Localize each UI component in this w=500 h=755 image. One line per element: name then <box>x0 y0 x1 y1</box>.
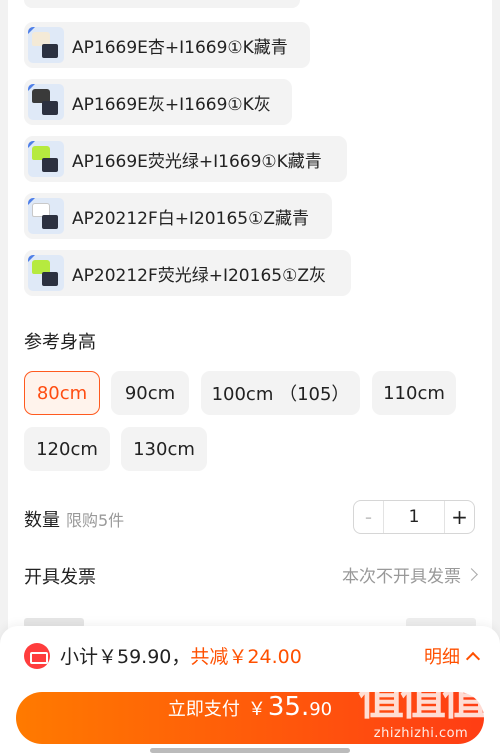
pay-label: 立即支付 <box>167 699 240 720</box>
invoice-selector[interactable]: 本次不开具发票 <box>342 562 478 587</box>
quantity-row: 数量 限购5件 <box>24 506 124 532</box>
chevron-up-icon <box>465 651 481 667</box>
pay-amount-decimal: 90 <box>309 699 333 720</box>
color-option[interactable]: AP1669E杏+I1669①K藏青 <box>24 22 310 68</box>
decrement-button[interactable]: - <box>354 501 384 533</box>
size-label: 120cm <box>36 438 98 460</box>
invoice-label: 开具发票 <box>24 567 96 588</box>
pay-now-button[interactable]: 立即支付 ￥ 35. 90 <box>16 692 484 744</box>
option-label: AP20212F荧光绿+I20165①Z灰 <box>72 265 326 286</box>
size-option[interactable]: 100cm （105） <box>201 371 360 415</box>
size-label: 130cm <box>133 438 195 460</box>
size-label: 110cm <box>383 382 445 404</box>
size-option[interactable]: 110cm <box>372 371 456 415</box>
subtotal-amount: 小计￥59.90， <box>60 646 191 668</box>
size-label: 80cm <box>36 382 88 404</box>
size-label: 90cm <box>124 382 176 404</box>
discount-amount: 共减￥24.00 <box>190 646 302 668</box>
product-thumbnail <box>28 255 64 291</box>
price-detail-toggle[interactable]: 明细 <box>424 643 481 669</box>
option-label: AP1669E杏+I1669①K藏青 <box>72 37 288 58</box>
purchase-limit: 限购5件 <box>66 511 125 530</box>
increment-button[interactable]: + <box>444 501 474 533</box>
option-label: AP1669E荧光绿+I1669①K藏青 <box>72 151 322 172</box>
quantity-value[interactable]: 1 <box>384 507 444 527</box>
option-label: AP1669E灰+I1669①K灰 <box>72 94 271 115</box>
quantity-stepper[interactable]: - 1 + <box>353 500 475 534</box>
chevron-right-icon <box>465 568 478 581</box>
subtotal-text: 小计￥59.90，共减￥24.00 <box>60 642 302 669</box>
product-thumbnail <box>28 27 64 63</box>
checkout-bar: 小计￥59.90，共减￥24.00 明细 立即支付 ￥ 35. 90 <box>0 626 500 755</box>
invoice-value: 本次不开具发票 <box>342 567 461 587</box>
color-option[interactable]: AP20212F荧光绿+I20165①Z灰 <box>24 250 351 296</box>
coupon-icon <box>24 643 50 669</box>
home-indicator <box>150 748 350 753</box>
color-option[interactable] <box>24 0 300 8</box>
product-thumbnail <box>28 141 64 177</box>
product-thumbnail <box>28 84 64 120</box>
option-label: AP20212F白+I20165①Z藏青 <box>72 208 309 229</box>
quantity-label: 数量 <box>24 510 60 531</box>
size-option[interactable]: 120cm <box>24 427 110 471</box>
color-option[interactable]: AP20212F白+I20165①Z藏青 <box>24 193 332 239</box>
size-option[interactable]: 90cm <box>111 371 189 415</box>
color-option[interactable]: AP1669E灰+I1669①K灰 <box>24 79 292 125</box>
height-section-title: 参考身高 <box>24 332 96 353</box>
color-option[interactable]: AP1669E荧光绿+I1669①K藏青 <box>24 136 347 182</box>
detail-label: 明细 <box>424 647 460 668</box>
size-label: 100cm （105） <box>211 384 350 405</box>
size-option[interactable]: 80cm <box>24 371 100 415</box>
pay-currency: ￥ <box>247 699 266 720</box>
pay-amount-integer: 35. <box>267 692 310 722</box>
size-option[interactable]: 130cm <box>121 427 207 471</box>
product-thumbnail <box>28 198 64 234</box>
